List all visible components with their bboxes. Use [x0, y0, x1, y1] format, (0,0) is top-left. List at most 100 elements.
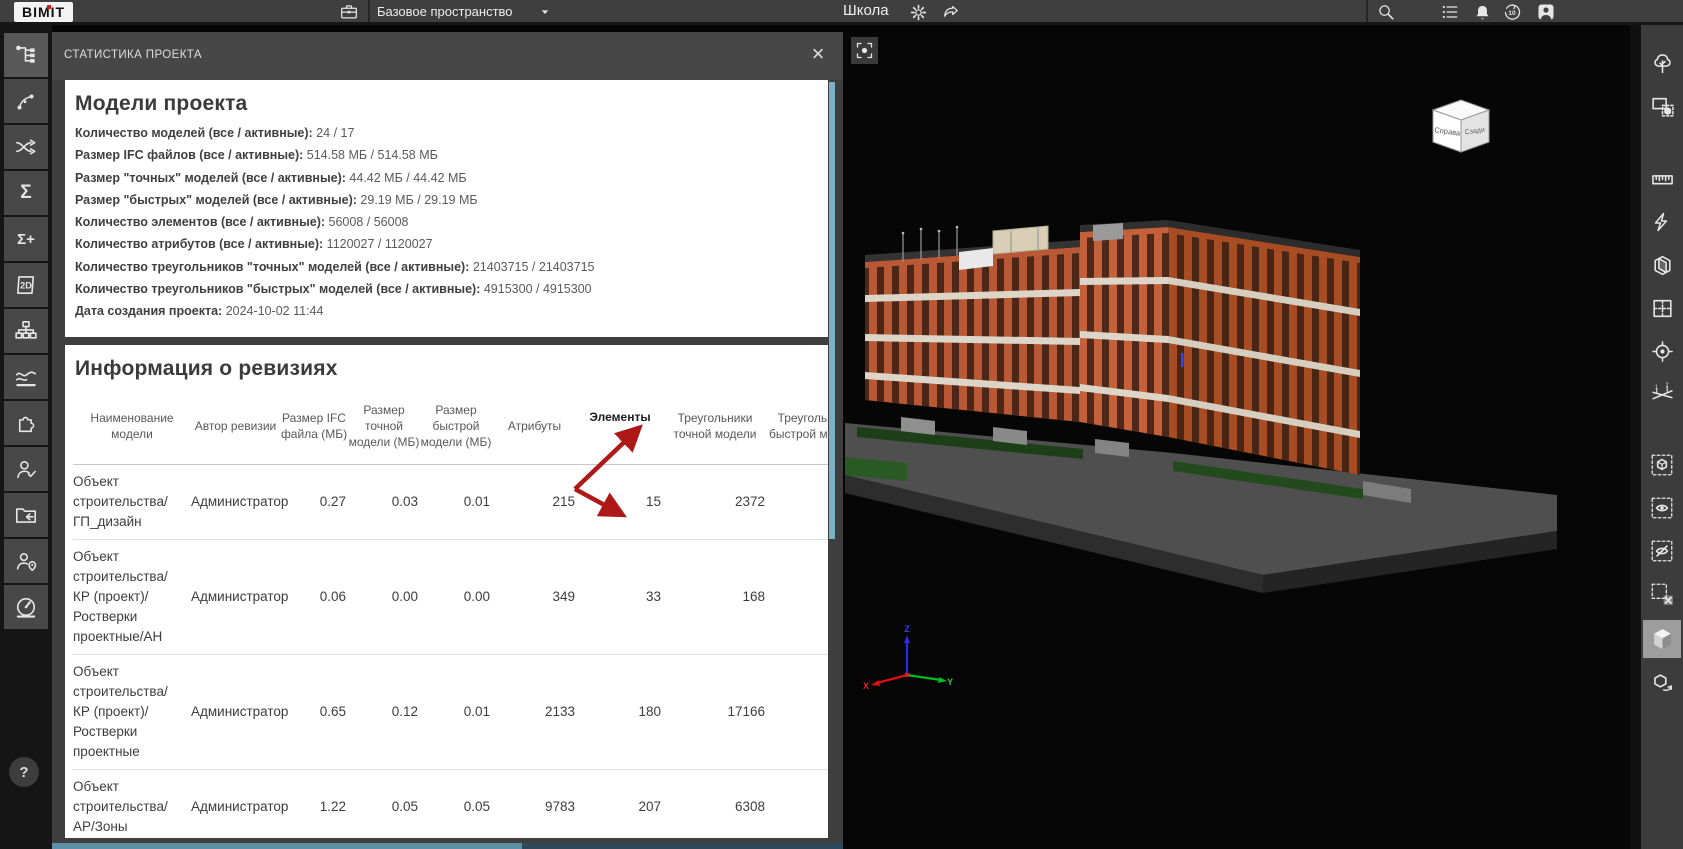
col-header-model[interactable]: Наименование модели — [73, 410, 191, 442]
table-row[interactable]: Объект строительства/ ГП_дизайн Админист… — [73, 465, 828, 540]
briefcase-icon[interactable] — [338, 1, 360, 23]
clash-icon — [1654, 212, 1668, 232]
focus-target-icon — [1651, 340, 1673, 362]
topbar-separator — [1366, 0, 1368, 22]
sidebar-item-summary-add[interactable]: Σ+ — [4, 217, 48, 261]
tool-select-region[interactable] — [1643, 89, 1681, 123]
user-location-icon — [16, 552, 36, 571]
workspace-selector[interactable]: Базовое пространство — [377, 4, 513, 19]
project-title: Школа — [843, 2, 889, 19]
history-restore-icon[interactable]: 10 — [1501, 1, 1523, 23]
left-toolbar: Σ Σ+ 2D ? — [0, 25, 52, 849]
tool-show-selection[interactable] — [1643, 491, 1681, 525]
tool-floor-plan[interactable] — [1643, 291, 1681, 325]
tool-update-model[interactable] — [1643, 667, 1681, 701]
sidebar-item-user-check[interactable] — [4, 447, 48, 491]
rooftop-box — [1093, 223, 1123, 241]
svg-text:2D: 2D — [20, 280, 32, 290]
sidebar-item-geometry-nodes[interactable] — [4, 79, 48, 123]
sidebar-item-connections[interactable] — [4, 125, 48, 169]
stat-line: Размер "быстрых" моделей (все / активные… — [75, 192, 478, 207]
col-header-fast-size[interactable]: Размер быстрой модели (МБ) — [420, 402, 492, 450]
table-row[interactable]: Объект строительства/ КР (проект)/ Роств… — [73, 540, 828, 655]
panel-title: СТАТИСТИКА ПРОЕКТА — [64, 49, 202, 61]
right-toolbar: 12 — [1630, 25, 1683, 849]
2d-view-icon: 2D — [17, 276, 35, 294]
sort-asc-icon[interactable]: ↑ — [577, 427, 663, 443]
horizontal-scrollbar[interactable] — [52, 843, 843, 849]
sidebar-item-plugins[interactable] — [4, 401, 48, 445]
tool-clash-detection[interactable] — [1643, 205, 1681, 239]
shaded-cube-icon — [1653, 628, 1671, 649]
task-list-icon[interactable] — [1439, 1, 1461, 23]
view-cube[interactable]: Справа Сзади — [1421, 95, 1501, 157]
axis-gizmo[interactable]: Z Y X — [861, 623, 953, 715]
svg-text:1: 1 — [1654, 384, 1657, 390]
stat-line: Количество моделей (все / активные): 24 … — [75, 126, 355, 140]
tool-shaded-view[interactable] — [1643, 620, 1681, 658]
app-logo[interactable]: BIMIT — [14, 2, 74, 22]
help-button[interactable]: ? — [9, 757, 39, 787]
building-model[interactable] — [843, 25, 1630, 849]
folder-export-icon — [15, 508, 37, 523]
tool-measure-ruler[interactable] — [1643, 162, 1681, 196]
revisions-card: Информация о ревизиях Наименование модел… — [65, 345, 828, 838]
share-icon[interactable] — [940, 1, 962, 23]
settings-gear-icon[interactable] — [907, 1, 929, 23]
tool-section-plane[interactable] — [1643, 248, 1681, 282]
tool-coordinate-grid[interactable]: 12 — [1643, 377, 1681, 411]
col-header-triangles-precise[interactable]: Треугольники точной модели — [663, 410, 767, 442]
tool-hide-selection[interactable] — [1643, 534, 1681, 568]
sigma-plus-icon: Σ+ — [17, 230, 35, 248]
stat-line: Количество элементов (все / активные): 5… — [75, 215, 409, 230]
show-eye-icon — [1651, 497, 1673, 519]
col-header-precise-size[interactable]: Размер точной модели (МБ) — [348, 402, 420, 450]
user-account-icon[interactable] — [1535, 1, 1557, 23]
tree-icon — [1653, 53, 1671, 73]
col-header-attributes[interactable]: Атрибуты — [492, 418, 577, 434]
sidebar-item-summary[interactable]: Σ — [4, 171, 48, 215]
model-tree-icon — [16, 45, 35, 63]
col-header-ifc-size[interactable]: Размер IFC файла (МБ) — [280, 410, 348, 442]
sidebar-item-hierarchy[interactable] — [4, 309, 48, 353]
fullscreen-button[interactable] — [851, 37, 878, 64]
sidebar-item-folder-share[interactable] — [4, 493, 48, 537]
vertical-scrollbar[interactable] — [829, 82, 835, 539]
gauge-icon — [16, 597, 36, 618]
col-header-triangles-fast[interactable]: Треугольники быстрой модели — [767, 410, 828, 442]
scrollbar-thumb[interactable] — [52, 843, 522, 849]
sidebar-item-analytics[interactable] — [4, 355, 48, 399]
axis-z-label: Z — [904, 624, 910, 634]
stat-line: Дата создания проекта: 2024-10-02 11:44 — [75, 304, 324, 319]
bim-application-window: BIMIT Базовое пространство Школа 10 Σ Σ+… — [0, 0, 1683, 849]
sidebar-item-view-2d[interactable]: 2D — [4, 263, 48, 307]
floor-plan-icon — [1652, 299, 1672, 317]
tool-environment-tree[interactable] — [1643, 46, 1681, 80]
chevron-down-icon[interactable] — [534, 1, 556, 23]
charts-icon — [15, 371, 37, 387]
stat-line: Количество атрибутов (все / активные): 1… — [75, 237, 433, 252]
3d-viewport[interactable]: Справа Сзади Z Y X — [843, 25, 1630, 849]
sidebar-item-user-location[interactable] — [4, 539, 48, 583]
tool-clear-selection[interactable] — [1643, 577, 1681, 611]
tool-isolate-selection[interactable] — [1643, 448, 1681, 482]
notification-bell-icon[interactable] — [1471, 1, 1493, 23]
close-icon[interactable]: × — [805, 42, 831, 68]
stat-line: Количество треугольников "точных" моделе… — [75, 259, 595, 274]
rooftop-penthouse — [992, 225, 1049, 255]
ruler-icon — [1651, 174, 1673, 184]
sidebar-item-dashboard[interactable] — [4, 585, 48, 629]
user-check-icon — [16, 460, 36, 478]
search-icon[interactable] — [1375, 1, 1397, 23]
project-statistics-panel: СТАТИСТИКА ПРОЕКТА × Модели проекта Коли… — [52, 32, 843, 849]
project-models-card: Модели проекта Количество моделей (все /… — [65, 80, 828, 337]
col-header-elements-sorted[interactable]: Элементы ↑ — [577, 409, 663, 443]
table-row[interactable]: Объект строительства/ КР (проект)/ Роств… — [73, 655, 828, 770]
axis-x-label: X — [863, 681, 869, 691]
geometry-nodes-icon — [17, 94, 34, 110]
tool-focus-target[interactable] — [1643, 334, 1681, 368]
org-chart-icon — [15, 320, 37, 339]
table-row[interactable]: Объект строительства/ АР/Зоны Администра… — [73, 770, 828, 838]
col-header-author[interactable]: Автор ревизии — [191, 418, 280, 434]
sidebar-item-model-tree[interactable] — [4, 33, 48, 77]
